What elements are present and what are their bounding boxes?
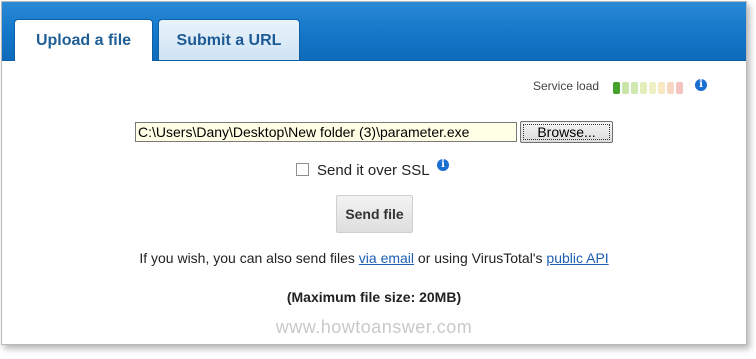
service-load-segment (649, 82, 656, 94)
service-load-label: Service load (533, 79, 600, 93)
tab-bar: Upload a file Submit a URL (2, 2, 746, 61)
tab-upload-file[interactable]: Upload a file (14, 19, 153, 61)
info-icon[interactable]: i (695, 79, 707, 91)
service-load-segment (622, 82, 629, 94)
file-path-field[interactable]: C:\Users\Dany\Desktop\New folder (3)\par… (135, 122, 517, 142)
ssl-label: Send it over SSL (317, 162, 430, 179)
service-load-segment (676, 82, 683, 94)
ssl-info-icon[interactable]: i (437, 159, 449, 171)
alternative-send-text: If you wish, you can also send files via… (2, 249, 746, 267)
service-load-segment (631, 82, 638, 94)
service-load-segment (613, 82, 620, 94)
browse-button[interactable]: Browse... (520, 121, 613, 143)
service-load-segment (658, 82, 665, 94)
via-email-link[interactable]: via email (359, 250, 414, 266)
max-file-size-note: (Maximum file size: 20MB) (286, 289, 462, 305)
watermark: www.howtoanswer.com (275, 317, 473, 337)
upload-panel: Upload a file Submit a URL Service load … (1, 1, 747, 345)
public-api-link[interactable]: public API (546, 250, 608, 266)
service-load-segment (640, 82, 647, 94)
ssl-checkbox[interactable] (296, 163, 309, 176)
service-load-segment (667, 82, 674, 94)
alt-send-middle: or using VirusTotal's (414, 250, 547, 266)
tab-submit-url[interactable]: Submit a URL (158, 19, 300, 60)
send-file-button[interactable]: Send file (336, 195, 413, 233)
alt-send-prefix: If you wish, you can also send files (139, 250, 359, 266)
